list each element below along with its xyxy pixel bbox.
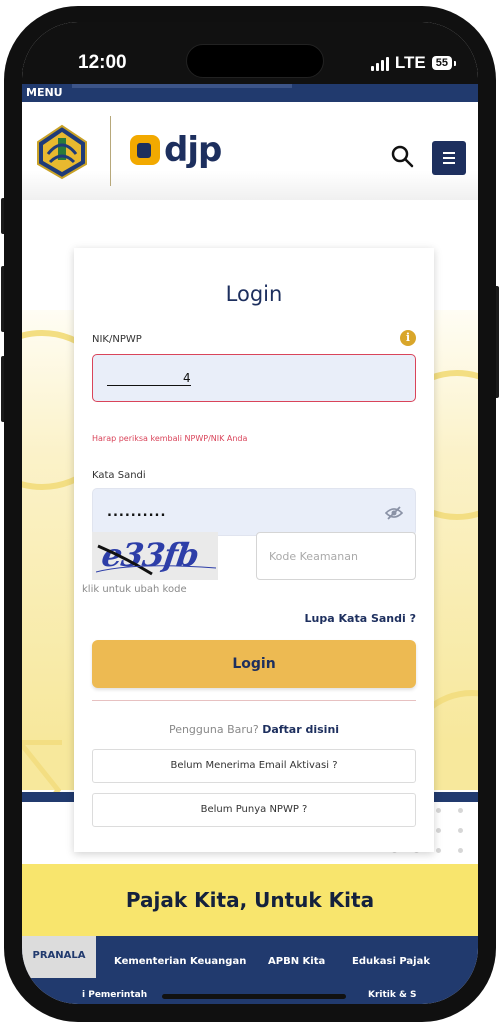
footer-link-apbn[interactable]: APBN Kita	[268, 956, 325, 967]
tagline-text: Pajak Kita, Untuk Kita	[125, 888, 375, 912]
new-user-text: Pengguna Baru?	[168, 723, 259, 736]
footer-link-partial-1[interactable]: i Pemerintah	[82, 990, 147, 1000]
security-code-input[interactable]: Kode Keamanan	[256, 532, 416, 580]
forgot-password-link[interactable]: Lupa Kata Sandi ?	[305, 612, 416, 625]
register-link[interactable]: Daftar disini	[262, 723, 339, 736]
top-menu-label[interactable]: MENU	[26, 86, 63, 99]
status-time: 12:00	[78, 52, 127, 73]
djp-logo-mark-icon	[130, 135, 160, 165]
top-menu-strip[interactable]: MENU	[22, 84, 478, 102]
nik-input-value: 4	[107, 371, 191, 386]
ministry-emblem-icon	[37, 124, 87, 180]
footer-link-kemenkeu[interactable]: Kementerian Keuangan	[114, 956, 246, 967]
footer-link-partial-2[interactable]: Kritik & S	[368, 990, 416, 1000]
card-divider	[92, 700, 416, 701]
login-button[interactable]: Login	[92, 640, 416, 688]
battery-icon: 55	[431, 56, 457, 70]
tagline-band: Pajak Kita, Untuk Kita	[22, 864, 478, 936]
resend-activation-button[interactable]: Belum Menerima Email Aktivasi ?	[92, 749, 416, 783]
status-bar: 12:00 LTE 55	[22, 22, 478, 84]
network-type: LTE	[394, 53, 426, 72]
footer-link-edukasi[interactable]: Edukasi Pajak	[352, 956, 430, 967]
no-npwp-button[interactable]: Belum Punya NPWP ?	[92, 793, 416, 827]
eye-slash-icon[interactable]	[385, 505, 403, 521]
djp-logo-text: djp	[164, 130, 222, 170]
password-label: Kata Sandi	[92, 470, 146, 481]
login-card: Login NIK/NPWP i 4 Harap periksa kembali…	[74, 248, 434, 852]
nik-error-message: Harap periksa kembali NPWP/NIK Anda	[92, 434, 248, 443]
site-header: djp	[22, 102, 478, 200]
captcha-noise	[96, 544, 217, 576]
password-input[interactable]: ..........	[92, 488, 416, 536]
hamburger-menu-button[interactable]	[432, 141, 466, 175]
dynamic-island	[186, 44, 324, 78]
signal-icon	[370, 56, 389, 71]
nik-input[interactable]: 4	[92, 354, 416, 402]
decoration-envelope-icon	[22, 740, 62, 792]
search-icon[interactable]	[390, 144, 414, 168]
captcha-refresh-hint[interactable]: klik untuk ubah kode	[82, 584, 187, 595]
screen: 12:00 LTE 55 MENU djp Login NIK/NPWP i 4…	[22, 22, 478, 1004]
login-title: Login	[225, 282, 283, 306]
home-indicator[interactable]	[162, 994, 346, 999]
status-indicators: LTE 55	[370, 53, 457, 73]
header-divider	[110, 116, 111, 186]
footer-tab-pranala[interactable]: PRANALA	[22, 936, 96, 978]
info-icon[interactable]: i	[400, 330, 416, 346]
new-user-row: Pengguna Baru? Daftar disini	[74, 723, 434, 736]
top-menu-indicator	[72, 84, 292, 88]
password-value: ..........	[107, 504, 167, 520]
phone-frame: 12:00 LTE 55 MENU djp Login NIK/NPWP i 4…	[0, 0, 500, 1026]
nik-label: NIK/NPWP	[92, 334, 142, 345]
djp-logo[interactable]: djp	[130, 130, 222, 170]
captcha-image[interactable]: e33fb	[92, 532, 218, 580]
